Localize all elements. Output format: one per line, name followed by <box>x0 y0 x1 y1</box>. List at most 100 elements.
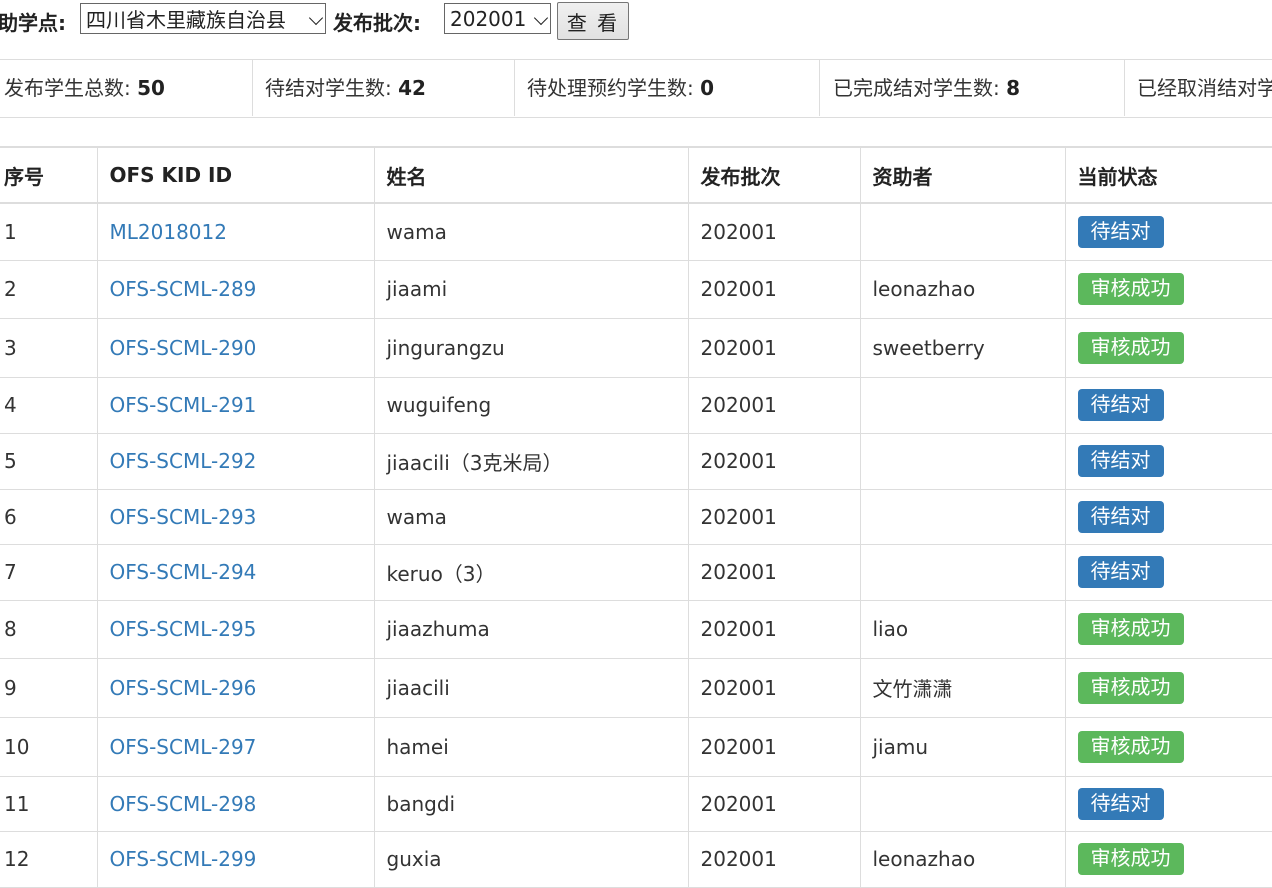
cell-sponsor: 文竹潇潇 <box>859 657 1066 718</box>
table-row: 9 OFS-SCML-296 jiaacili 202001 文竹潇潇 审核成功 <box>0 657 1272 718</box>
stat-total-value: 50 <box>137 76 165 100</box>
column-header-name: 姓名 <box>373 146 689 204</box>
kid-link[interactable]: OFS-SCML-297 <box>110 735 257 759</box>
table-row: 6 OFS-SCML-293 wama 202001 待结对 <box>0 488 1272 545</box>
cell-sponsor <box>859 543 1066 601</box>
cell-status: 待结对 <box>1064 376 1272 434</box>
table-row: 8 OFS-SCML-295 jiaazhuma 202001 liao 审核成功 <box>0 599 1272 659</box>
cell-sponsor: jiamu <box>859 716 1066 777</box>
cell-no: 7 <box>0 543 98 601</box>
cell-no: 6 <box>0 488 98 545</box>
school-select[interactable]: 四川省木里藏族自治县 <box>80 3 326 34</box>
kid-link[interactable]: OFS-SCML-291 <box>110 393 257 417</box>
cell-status: 审核成功 <box>1064 599 1272 659</box>
stat-paired-label: 已完成结对学生数: <box>833 76 1007 100</box>
cell-kid: OFS-SCML-295 <box>96 599 375 659</box>
cell-no: 2 <box>0 259 98 319</box>
stat-cancelled-label: 已经取消结对学生数: <box>1137 76 1272 100</box>
cell-no: 9 <box>0 657 98 718</box>
stat-pending-label: 待结对学生数: <box>265 76 399 100</box>
status-badge: 待结对 <box>1077 445 1164 477</box>
kid-link[interactable]: ML2018012 <box>110 220 227 244</box>
view-button[interactable]: 查 看 <box>557 2 629 40</box>
cell-name: jiaacili <box>373 657 689 718</box>
kid-link[interactable]: OFS-SCML-289 <box>110 277 257 301</box>
cell-no: 10 <box>0 716 98 777</box>
cell-no: 5 <box>0 432 98 490</box>
cell-name: jiaacili（3克米局） <box>373 432 689 490</box>
cell-kid: OFS-SCML-298 <box>96 775 375 832</box>
cell-no: 4 <box>0 376 98 434</box>
stat-paired-value: 8 <box>1006 76 1021 100</box>
cell-status: 待结对 <box>1064 543 1272 601</box>
cell-name: jingurangzu <box>373 317 689 378</box>
stat-paired: 已完成结对学生数: 8 <box>820 60 1125 116</box>
cell-name: jiaazhuma <box>373 599 689 659</box>
cell-name: keruo（3） <box>373 543 689 601</box>
stat-reservation: 待处理预约学生数: 0 <box>515 60 820 116</box>
cell-kid: OFS-SCML-292 <box>96 432 375 490</box>
stat-reservation-value: 0 <box>700 76 715 100</box>
cell-status: 审核成功 <box>1064 716 1272 777</box>
kid-link[interactable]: OFS-SCML-292 <box>110 449 257 473</box>
column-header-kid: OFS KID ID <box>96 146 375 204</box>
status-badge: 审核成功 <box>1077 273 1184 305</box>
table-row: 5 OFS-SCML-292 jiaacili（3克米局） 202001 待结对 <box>0 432 1272 490</box>
chevron-down-icon <box>308 10 324 26</box>
cell-sponsor <box>859 376 1066 434</box>
cell-sponsor: liao <box>859 599 1066 659</box>
cell-kid: OFS-SCML-290 <box>96 317 375 378</box>
school-select-value: 四川省木里藏族自治县 <box>86 8 286 32</box>
cell-name: jiaami <box>373 259 689 319</box>
cell-no: 1 <box>0 202 98 261</box>
cell-sponsor <box>859 202 1066 261</box>
batch-select[interactable]: 202001 <box>444 3 551 34</box>
stat-reservation-label: 待处理预约学生数: <box>527 76 701 100</box>
cell-batch: 202001 <box>687 432 861 490</box>
table-body: 1 ML2018012 wama 202001 待结对 2 OFS-SCML-289 jiaa… <box>0 202 1272 888</box>
cell-name: wama <box>373 488 689 545</box>
cell-batch: 202001 <box>687 775 861 832</box>
cell-kid: OFS-SCML-299 <box>96 830 375 888</box>
kid-link[interactable]: OFS-SCML-295 <box>110 617 257 641</box>
status-badge: 待结对 <box>1077 215 1164 248</box>
cell-name: wama <box>373 202 689 261</box>
kid-link[interactable]: OFS-SCML-294 <box>110 560 257 584</box>
kid-link[interactable]: OFS-SCML-296 <box>110 676 257 700</box>
cell-no: 8 <box>0 599 98 659</box>
cell-kid: OFS-SCML-296 <box>96 657 375 718</box>
kid-link[interactable]: OFS-SCML-298 <box>110 792 257 816</box>
stat-pending-value: 42 <box>398 76 426 100</box>
cell-sponsor: leonazhao <box>859 830 1066 888</box>
cell-sponsor <box>859 432 1066 490</box>
stat-total: 发布学生总数: 50 <box>0 60 253 116</box>
kid-link[interactable]: OFS-SCML-290 <box>110 336 257 360</box>
table-row: 11 OFS-SCML-298 bangdi 202001 待结对 <box>0 775 1272 832</box>
cell-status: 审核成功 <box>1064 830 1272 888</box>
kid-link[interactable]: OFS-SCML-299 <box>110 847 257 871</box>
stat-cancelled: 已经取消结对学生数: <box>1125 60 1272 116</box>
status-badge: 审核成功 <box>1077 613 1184 645</box>
kid-link[interactable]: OFS-SCML-293 <box>110 505 257 529</box>
cell-sponsor <box>859 775 1066 832</box>
cell-batch: 202001 <box>687 376 861 434</box>
cell-batch: 202001 <box>687 830 861 888</box>
table-row: 1 ML2018012 wama 202001 待结对 <box>0 202 1272 261</box>
cell-batch: 202001 <box>687 599 861 659</box>
status-badge: 待结对 <box>1077 389 1164 421</box>
table-row: 12 OFS-SCML-299 guxia 202001 leonazhao 审核成功 <box>0 830 1272 888</box>
cell-batch: 202001 <box>687 488 861 545</box>
cell-batch: 202001 <box>687 259 861 319</box>
cell-kid: OFS-SCML-291 <box>96 376 375 434</box>
status-badge: 审核成功 <box>1077 730 1184 763</box>
cell-status: 审核成功 <box>1064 259 1272 319</box>
column-header-no: 序号 <box>0 146 98 204</box>
cell-sponsor: leonazhao <box>859 259 1066 319</box>
table-row: 2 OFS-SCML-289 jiaami 202001 leonazhao 审核成功 <box>0 259 1272 319</box>
cell-no: 11 <box>0 775 98 832</box>
cell-name: guxia <box>373 830 689 888</box>
status-badge: 待结对 <box>1077 556 1164 588</box>
cell-batch: 202001 <box>687 716 861 777</box>
table-row: 3 OFS-SCML-290 jingurangzu 202001 sweetberry… <box>0 317 1272 378</box>
cell-no: 12 <box>0 830 98 888</box>
